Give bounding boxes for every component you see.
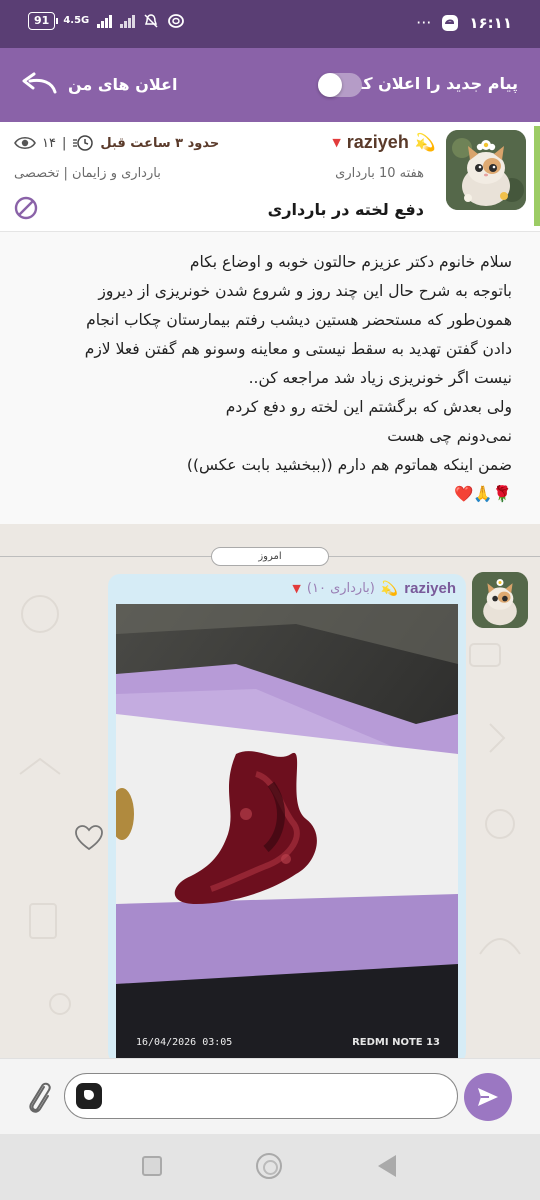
message-avatar[interactable]: [472, 572, 528, 628]
comet-badge-icon: 💫: [380, 580, 399, 597]
post-body-line: سلام خانوم دکتر عزیزم حالتون خوبه و اوضا…: [189, 253, 512, 271]
post-body-line: نیست اگر خونریزی زیاد شد مراجعه کن..: [248, 369, 512, 387]
post-body-line: نمی‌دونم چی هست: [387, 427, 512, 445]
battery-indicator: 91: [28, 12, 59, 30]
signal-icon: [97, 14, 113, 28]
mute-icon: [144, 14, 158, 28]
block-icon[interactable]: [14, 196, 38, 220]
back-arrow-icon: [22, 72, 57, 94]
network-type: 4.5G: [63, 15, 90, 26]
message-photo[interactable]: 16/04/2026 03:05 REDMI NOTE 13: [116, 604, 458, 1058]
status-right: ··· ۱۶:۱۱: [416, 13, 512, 32]
post-category[interactable]: بارداری و زایمان | تخصصی: [14, 166, 161, 181]
send-icon: [478, 1088, 498, 1106]
my-notifications-button[interactable]: اعلان های من: [20, 72, 177, 96]
post-body-emojis: 🌹🙏❤️: [454, 485, 512, 503]
app-icon: [168, 14, 185, 28]
clock: ۱۶:۱۱: [469, 13, 512, 32]
avatar[interactable]: [446, 130, 526, 210]
author-username[interactable]: raziyeh: [347, 132, 409, 153]
photo-brand-watermark: REDMI NOTE 13: [352, 1037, 440, 1048]
send-button[interactable]: [464, 1073, 512, 1121]
toggle-knob: [318, 73, 342, 97]
rank-triangle-icon: ▼: [332, 136, 341, 149]
notify-new-message-label: پیام جدید را اعلان کن: [348, 74, 518, 93]
post-body: سلام خانوم دکتر عزیزم حالتون خوبه و اوضا…: [26, 248, 512, 509]
date-label: امروز: [211, 547, 329, 566]
post-body-line: باتوجه به شرح حال این چند روز و شروع شدن…: [98, 282, 512, 300]
notify-toggle[interactable]: [318, 73, 362, 97]
chat-area[interactable]: امروز (۱۰ بارداری) 💫 raziyeh ▼ 16/04/202…: [0, 524, 540, 1058]
heart-icon[interactable]: [74, 824, 104, 852]
photo-image: [116, 604, 458, 1058]
attach-icon[interactable]: [24, 1077, 54, 1117]
post-body-line: همون‌طور که مستحضر هستین دیشب رفتم بیمار…: [86, 311, 512, 329]
meta-separator: |: [61, 135, 67, 151]
post-time: حدود ۳ ساعت قبل: [100, 135, 220, 151]
question-post: ▼ raziyeh 💫 هفته 10 بارداری دفع لخته در …: [0, 122, 540, 524]
post-header: ▼ raziyeh 💫 هفته 10 بارداری دفع لخته در …: [0, 122, 540, 232]
signal-icon-2: [120, 14, 136, 28]
composer-bar: [0, 1058, 540, 1134]
back-button[interactable]: [378, 1155, 396, 1177]
photo-timestamp: 16/04/2026 03:05: [136, 1037, 233, 1048]
home-button[interactable]: [256, 1153, 282, 1179]
app-badge-icon: [442, 14, 459, 31]
post-title: دفع لخته در بارداری: [267, 200, 424, 219]
eye-icon: [14, 136, 36, 150]
message-input[interactable]: [64, 1073, 458, 1119]
message-username[interactable]: raziyeh: [404, 580, 456, 597]
author-row: ▼ raziyeh 💫: [332, 132, 436, 153]
rank-triangle-icon: ▼: [292, 582, 301, 595]
post-body-line: ضمن اینکه هماتوم هم دارم ((ببخشید بابت ع…: [186, 456, 512, 474]
pregnancy-week: هفته 10 بارداری: [335, 166, 424, 181]
recents-button[interactable]: [142, 1156, 162, 1176]
message-bubble[interactable]: (۱۰ بارداری) 💫 raziyeh ▼ 16/04/2026 03:0…: [108, 574, 466, 1058]
my-notifications-label: اعلان های من: [68, 74, 178, 94]
message-author: (۱۰ بارداری) 💫 raziyeh ▼: [292, 580, 456, 597]
sticker-icon[interactable]: [76, 1083, 102, 1109]
clock-icon: [73, 135, 94, 151]
post-meta: حدود ۳ ساعت قبل | ۱۴: [14, 134, 219, 152]
status-left: 91 4.5G: [28, 12, 185, 30]
view-count: ۱۴: [42, 135, 56, 151]
post-body-line: ولی بعدش که برگشتم این لخته رو دفع کردم: [225, 398, 512, 416]
comet-badge-icon: 💫: [414, 132, 436, 153]
accent-bar: [534, 126, 540, 226]
more-dots: ···: [416, 13, 432, 32]
message-week: (۱۰ بارداری): [306, 581, 375, 596]
app-header: پیام جدید را اعلان کن اعلان های من: [0, 48, 540, 122]
status-bar: 91 4.5G ··· ۱۶:۱۱: [0, 0, 540, 48]
post-body-line: دادن گفتن تهدید به سقط نیستی و معاینه وس…: [84, 340, 512, 358]
system-nav-bar: [0, 1134, 540, 1200]
